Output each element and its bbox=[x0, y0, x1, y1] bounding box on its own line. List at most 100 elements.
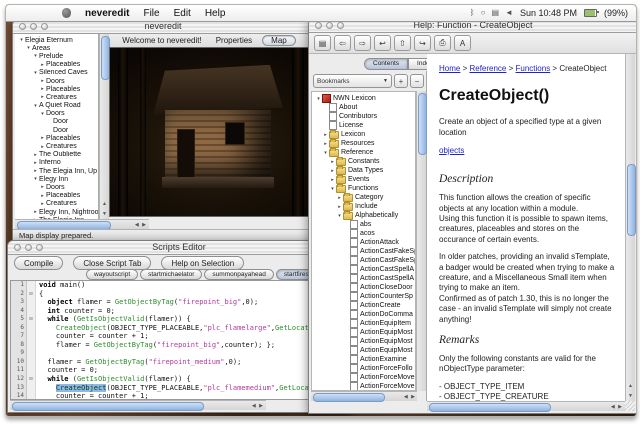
tree-item[interactable]: ▸The Elegia Inn, Up bbox=[15, 167, 98, 175]
script-tab-startmichaelator[interactable]: startmichaelator bbox=[140, 269, 202, 280]
scrollbar-thumb[interactable] bbox=[12, 402, 204, 411]
zoom-button[interactable] bbox=[337, 22, 344, 29]
prev-topic-icon[interactable]: ↩ bbox=[374, 35, 391, 51]
tree-item[interactable]: ▾NWN Lexicon bbox=[312, 94, 415, 103]
disclosure-open-icon[interactable]: ▾ bbox=[39, 111, 46, 117]
tree-item[interactable]: ▸Include bbox=[312, 202, 415, 211]
tab-map[interactable]: Map bbox=[262, 35, 296, 46]
tree-item[interactable]: ActionCastFakeSp bbox=[312, 256, 415, 265]
disclosure-closed-icon[interactable]: ▸ bbox=[39, 144, 46, 150]
close-script-tab-button[interactable]: Close Script Tab bbox=[73, 256, 151, 270]
tree-item[interactable]: ▾Silenced Caves bbox=[15, 69, 98, 77]
tree-item[interactable]: ActionCastSpellA bbox=[312, 274, 415, 283]
apple-menu-icon[interactable] bbox=[62, 8, 71, 18]
tree-item[interactable]: ▸Category bbox=[312, 193, 415, 202]
disclosure-closed-icon[interactable]: ▸ bbox=[329, 168, 336, 174]
close-button[interactable] bbox=[19, 23, 26, 30]
view-tab-contents[interactable]: Contents bbox=[364, 58, 408, 70]
tree-item[interactable]: ActionEquipMost bbox=[312, 346, 415, 355]
tree-item[interactable]: ▸Events bbox=[312, 175, 415, 184]
disclosure-open-icon[interactable]: ▾ bbox=[315, 96, 322, 102]
scrollbar-thumb[interactable] bbox=[418, 93, 427, 155]
tree-item[interactable]: ▾Alphabetically bbox=[312, 211, 415, 220]
tree-item[interactable]: ActionForceFollo bbox=[312, 364, 415, 373]
disclosure-open-icon[interactable]: ▾ bbox=[336, 213, 343, 219]
map-viewport[interactable] bbox=[109, 47, 311, 217]
module-tree[interactable]: ▾Elegia Eternum▾Areas▾Prelude▸Placeables… bbox=[15, 34, 99, 219]
breadcrumb-reference[interactable]: Reference bbox=[469, 64, 506, 73]
tree-item[interactable]: ▾Prelude bbox=[15, 52, 98, 60]
up-topic-icon[interactable]: ⇧ bbox=[394, 35, 411, 51]
disclosure-open-icon[interactable]: ▾ bbox=[32, 176, 39, 182]
content-vertical-scrollbar[interactable]: ▲▼ bbox=[625, 54, 635, 401]
objects-link[interactable]: objects bbox=[439, 146, 464, 156]
disclosure-closed-icon[interactable]: ▸ bbox=[39, 193, 46, 199]
tree-item[interactable]: ▸Placeables bbox=[15, 85, 98, 93]
neveredit-titlebar[interactable]: neveredit bbox=[13, 20, 313, 34]
disclosure-open-icon[interactable]: ▾ bbox=[32, 103, 39, 109]
help-content[interactable]: Home > Reference > Functions > CreateObj… bbox=[427, 54, 625, 401]
tree-item[interactable]: ActionCastSpellA bbox=[312, 265, 415, 274]
disclosure-open-icon[interactable]: ▾ bbox=[329, 186, 336, 192]
disclosure-open-icon[interactable]: ▾ bbox=[25, 45, 32, 51]
help-tree-horizontal-scrollbar[interactable]: ◀ ▶ bbox=[311, 391, 417, 401]
battery-icon[interactable] bbox=[584, 9, 597, 17]
bluetooth-icon[interactable]: ᛒ bbox=[470, 9, 475, 17]
tree-item[interactable]: ▸Constants bbox=[312, 157, 415, 166]
minimize-button[interactable] bbox=[25, 244, 32, 251]
tree-item[interactable]: ▸Doors bbox=[15, 183, 98, 191]
zoom-button[interactable] bbox=[41, 23, 48, 30]
airport-icon[interactable]: ○ bbox=[481, 9, 486, 17]
tree-item[interactable]: ActionExamine bbox=[312, 355, 415, 364]
fold-marker-icon[interactable]: ⊟ bbox=[27, 290, 36, 299]
tree-item[interactable]: ActionDoComma bbox=[312, 310, 415, 319]
disclosure-closed-icon[interactable]: ▸ bbox=[336, 204, 343, 210]
help-contents-tree[interactable]: ▾NWN LexiconAboutContributorsLicense▸Lex… bbox=[311, 91, 416, 391]
tree-item[interactable]: ▾Functions bbox=[312, 184, 415, 193]
tree-item[interactable]: ActionCounterSp bbox=[312, 292, 415, 301]
close-button[interactable] bbox=[315, 22, 322, 29]
tree-item[interactable]: ▸Placeables bbox=[15, 192, 98, 200]
tree-item[interactable]: Door bbox=[15, 118, 98, 126]
tab-properties[interactable]: Properties bbox=[212, 36, 256, 45]
volume-icon[interactable]: ◄ bbox=[505, 9, 513, 17]
menu-help[interactable]: Help bbox=[205, 8, 226, 19]
disclosure-closed-icon[interactable]: ▸ bbox=[39, 201, 46, 207]
disclosure-closed-icon[interactable]: ▸ bbox=[32, 209, 39, 215]
contents-panel-icon[interactable]: ▤ bbox=[314, 35, 331, 51]
disclosure-open-icon[interactable]: ▾ bbox=[18, 37, 25, 43]
breadcrumb-functions[interactable]: Functions bbox=[516, 64, 551, 73]
disclosure-closed-icon[interactable]: ▸ bbox=[32, 160, 39, 166]
disclosure-closed-icon[interactable]: ▸ bbox=[39, 184, 46, 190]
disclosure-closed-icon[interactable]: ▸ bbox=[329, 159, 336, 165]
disclosure-closed-icon[interactable]: ▸ bbox=[32, 152, 39, 158]
scrollbar-thumb[interactable] bbox=[313, 393, 385, 402]
tree-item[interactable]: Contributors bbox=[312, 112, 415, 121]
font-size-icon[interactable]: A bbox=[454, 35, 471, 51]
tree-item[interactable]: ▸Creatures bbox=[15, 142, 98, 150]
content-horizontal-scrollbar[interactable]: ◀ ▶ bbox=[427, 401, 625, 411]
minimize-button[interactable] bbox=[326, 22, 333, 29]
tree-item[interactable]: ActionEquipItem bbox=[312, 319, 415, 328]
compile-button[interactable]: Compile bbox=[14, 256, 63, 270]
scrollbar-thumb[interactable] bbox=[627, 164, 636, 236]
fold-marker-icon[interactable]: ⊟ bbox=[27, 375, 36, 384]
disclosure-closed-icon[interactable]: ▸ bbox=[39, 94, 46, 100]
disclosure-closed-icon[interactable]: ▸ bbox=[32, 168, 39, 174]
disclosure-closed-icon[interactable]: ▸ bbox=[322, 132, 329, 138]
script-tab-wayoutscript[interactable]: wayoutscript bbox=[86, 269, 138, 280]
add-bookmark-button[interactable]: + bbox=[394, 74, 408, 88]
tree-item[interactable]: ▸Elegy Inn, Nightroo bbox=[15, 208, 98, 216]
tree-item[interactable]: ActionCreate bbox=[312, 301, 415, 310]
displays-icon[interactable]: ▤ bbox=[491, 9, 499, 17]
tree-item[interactable]: ▾Reference bbox=[312, 148, 415, 157]
resize-grip[interactable] bbox=[625, 401, 635, 411]
tree-item[interactable]: ▸Placeables bbox=[15, 134, 98, 142]
tree-item[interactable]: Door bbox=[15, 126, 98, 134]
scrollbar-arrows[interactable]: ▲▼ bbox=[102, 199, 108, 219]
print-icon[interactable]: ⎙ bbox=[434, 35, 451, 51]
disclosure-open-icon[interactable]: ▾ bbox=[32, 53, 39, 59]
tree-item[interactable]: ▾A Quiet Road bbox=[15, 102, 98, 110]
code-editor[interactable]: 1void main()2⊟{3 object flamer = GetObje… bbox=[10, 280, 348, 400]
disclosure-open-icon[interactable]: ▾ bbox=[32, 70, 39, 76]
